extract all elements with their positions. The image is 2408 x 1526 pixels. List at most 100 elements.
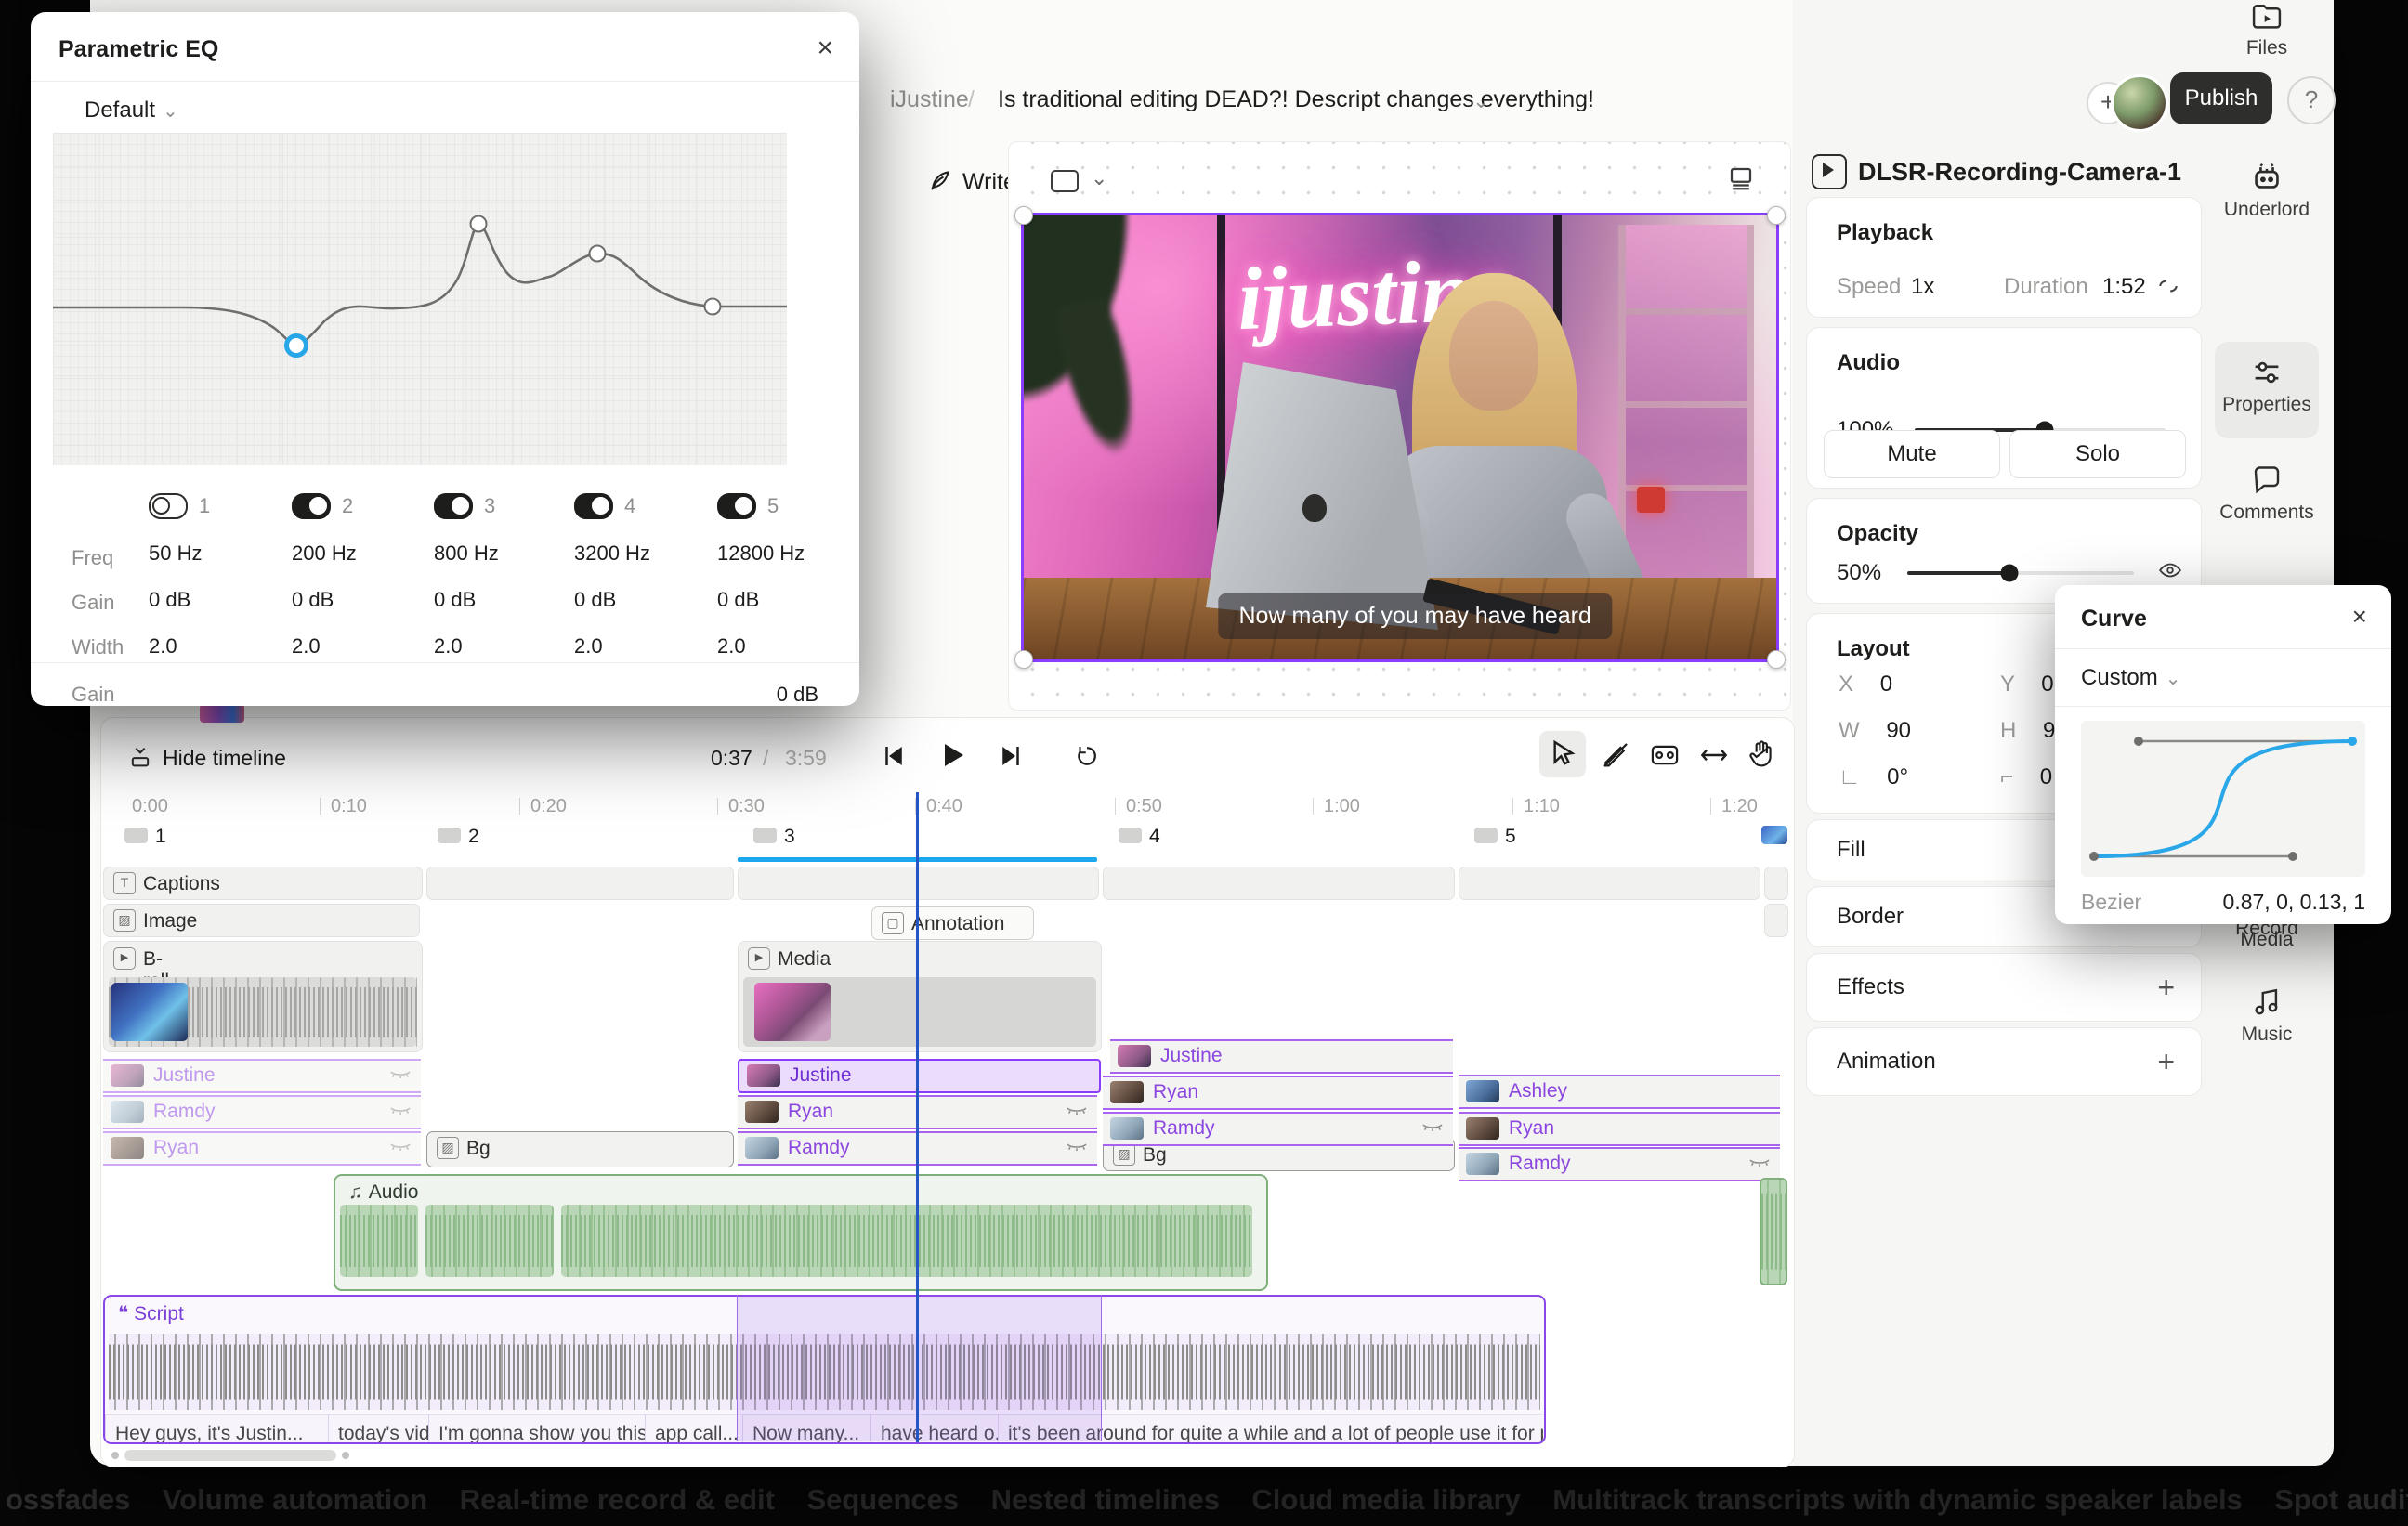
band-toggle[interactable] (292, 493, 331, 519)
timeline-media-clip[interactable]: ▶Media (738, 941, 1102, 1052)
speaker-track-clip[interactable]: Ramdy (1103, 1112, 1453, 1146)
eye-closed-icon[interactable] (389, 1069, 412, 1082)
animation-card[interactable]: Animation + (1806, 1027, 2202, 1096)
horizontal-scroll-icon[interactable] (1699, 744, 1729, 766)
publish-button[interactable]: Publish (2170, 72, 2272, 124)
video-frame[interactable]: ijustine Now many of you may have heard (1021, 213, 1779, 662)
timeline-clip[interactable] (1459, 867, 1760, 900)
master-gain-value[interactable]: 0 dB (777, 683, 818, 707)
speaker-track-clip[interactable]: Ramdy (103, 1095, 421, 1129)
help-button[interactable]: ? (2287, 76, 2336, 124)
audio-clip[interactable] (340, 1205, 418, 1277)
sidebar-item-music[interactable]: Music (2200, 986, 2334, 1046)
transcript-segment[interactable]: today's vid... (328, 1414, 429, 1444)
timeline-clip[interactable]: ▢ Annotation (871, 906, 1034, 940)
curve-preset-dropdown[interactable]: Custom⌄ (2081, 665, 2180, 691)
eq-band-point[interactable] (470, 215, 488, 233)
solo-button[interactable]: Solo (2009, 430, 2186, 478)
resize-handle[interactable] (1014, 206, 1033, 225)
eye-closed-icon[interactable] (1066, 1105, 1088, 1118)
band-toggle[interactable] (434, 493, 473, 519)
add-effect-button[interactable]: + (2157, 971, 2175, 1005)
band-width-value[interactable]: 2.0 (149, 634, 288, 659)
sidebar-item-properties[interactable]: Properties (2200, 357, 2334, 416)
speaker-track-clip[interactable]: Ramdy (1459, 1147, 1780, 1181)
speaker-track-clip[interactable]: Justine (1110, 1039, 1453, 1074)
hide-timeline-button[interactable]: Hide timeline (163, 746, 286, 771)
scene-thumbnail[interactable] (1761, 826, 1787, 844)
eye-icon[interactable] (2158, 558, 2182, 582)
layout-field[interactable]: Y 0 (2000, 672, 2054, 698)
band-gain-value[interactable]: 0 dB (434, 588, 573, 612)
sidebar-item-underlord[interactable]: Underlord (2200, 160, 2334, 221)
speed-value[interactable]: 1x (1911, 274, 1934, 300)
eye-closed-icon[interactable] (1748, 1157, 1771, 1170)
timeline-clip[interactable] (1103, 867, 1455, 900)
document-media-thumbnail[interactable] (200, 704, 244, 723)
resize-handle[interactable] (1767, 650, 1786, 669)
band-width-value[interactable]: 2.0 (292, 634, 431, 659)
bezier-graph[interactable] (2081, 721, 2365, 877)
band-gain-value[interactable]: 0 dB (574, 588, 713, 612)
select-tool-icon[interactable] (1549, 738, 1578, 768)
band-freq-value[interactable]: 50 Hz (149, 541, 288, 566)
band-width-value[interactable]: 2.0 (717, 634, 857, 659)
play-button[interactable] (937, 740, 967, 770)
layout-view-icon[interactable] (1727, 164, 1755, 192)
skip-back-icon[interactable] (880, 742, 908, 770)
opacity-value[interactable]: 50% (1837, 560, 1881, 586)
band-freq-value[interactable]: 200 Hz (292, 541, 431, 566)
audio-track-group[interactable]: ♫Audio (334, 1174, 1268, 1291)
band-gain-value[interactable]: 0 dB (149, 588, 288, 612)
timeline-clip[interactable] (1764, 867, 1788, 900)
mute-button[interactable]: Mute (1824, 430, 2000, 478)
duration-value[interactable]: 1:52 (2102, 274, 2146, 300)
shape-tool-icon[interactable] (1051, 170, 1079, 192)
bezier-value[interactable]: 0.87, 0, 0.13, 1 (2223, 890, 2365, 915)
opacity-slider[interactable] (1907, 571, 2134, 575)
avatar[interactable] (2111, 74, 2168, 132)
breadcrumb-project[interactable]: iJustine (890, 86, 969, 113)
loop-icon[interactable] (2156, 276, 2180, 296)
timeline-media-clip[interactable]: ▶B-roll (103, 941, 423, 1052)
canvas[interactable]: ⌄ ijustine (1008, 141, 1791, 711)
band-gain-value[interactable]: 0 dB (717, 588, 857, 612)
eye-closed-icon[interactable] (1066, 1141, 1088, 1154)
close-icon[interactable]: × (2352, 602, 2367, 632)
eq-band-point[interactable] (589, 245, 607, 263)
band-gain-value[interactable]: 0 dB (292, 588, 431, 612)
audio-clip[interactable] (1760, 1178, 1787, 1285)
sidebar-item-files[interactable]: Files (2200, 0, 2334, 59)
edit-tool-icon[interactable] (1601, 740, 1630, 770)
audio-clip[interactable] (425, 1205, 554, 1277)
speaker-track-clip[interactable]: Justine (103, 1059, 421, 1093)
sidebar-item-comments[interactable]: Comments (2200, 464, 2334, 524)
band-width-value[interactable]: 2.0 (434, 634, 573, 659)
effects-card[interactable]: Effects + (1806, 953, 2202, 1022)
band-toggle[interactable] (574, 493, 613, 519)
trim-tool-icon[interactable] (1649, 742, 1681, 768)
band-width-value[interactable]: 2.0 (574, 634, 713, 659)
timeline-clip[interactable]: ▨ Bg (426, 1131, 734, 1167)
hide-timeline-icon[interactable] (127, 744, 153, 770)
band-freq-value[interactable]: 12800 Hz (717, 541, 857, 566)
eye-closed-icon[interactable] (389, 1141, 412, 1154)
speaker-track-clip[interactable]: Ryan (1459, 1112, 1780, 1146)
eye-closed-icon[interactable] (389, 1105, 412, 1118)
close-icon[interactable]: × (817, 33, 833, 64)
eye-closed-icon[interactable] (1421, 1122, 1444, 1135)
playhead[interactable] (916, 792, 919, 1442)
speaker-track-clip[interactable]: Ashley (1459, 1075, 1780, 1109)
timeline-clip[interactable] (1764, 904, 1788, 937)
layout-field[interactable]: ∟ 0° (1839, 764, 1908, 790)
hand-tool-icon[interactable] (1747, 738, 1775, 768)
speaker-track-clip[interactable]: Justine (738, 1059, 1101, 1093)
band-toggle[interactable] (149, 493, 188, 519)
transcript-segment[interactable]: Hey guys, it's Justin... (105, 1414, 329, 1444)
layout-field[interactable]: X 0 (1839, 672, 1892, 698)
add-animation-button[interactable]: + (2157, 1045, 2175, 1079)
transcript-segment[interactable]: I'm gonna show you this... (428, 1414, 646, 1444)
skip-forward-icon[interactable] (997, 742, 1025, 770)
chevron-down-icon[interactable]: ⌄ (1472, 89, 1489, 113)
timeline-clip[interactable] (426, 867, 734, 900)
